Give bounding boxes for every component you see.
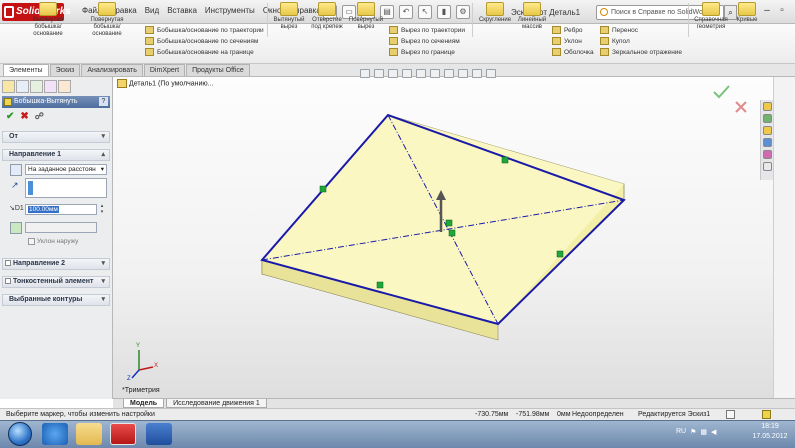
triad-x-label: X: [154, 363, 159, 369]
relation-marker[interactable]: [501, 156, 509, 164]
view-palette-icon[interactable]: [762, 138, 772, 147]
coord-z: 0мм: [557, 411, 571, 418]
triad-y-label: Y: [136, 343, 141, 349]
relation-marker[interactable]: [448, 229, 456, 237]
rebuild-status-icon[interactable]: [726, 410, 735, 419]
sketch-state: Недоопределен: [572, 411, 624, 418]
vertical-scrollbar[interactable]: [773, 77, 795, 398]
model-tabs: Модель Исследование движения 1: [113, 398, 795, 408]
model-viewport: [131, 85, 747, 379]
system-clock[interactable]: 18:19 17.05.2012: [748, 422, 792, 442]
appearances-icon[interactable]: [762, 150, 772, 159]
help-status-icon[interactable]: [762, 410, 771, 419]
tab-motion-study[interactable]: Исследование движения 1: [166, 399, 267, 408]
explorer-icon[interactable]: [76, 423, 102, 445]
start-button[interactable]: [8, 422, 32, 446]
resources-icon[interactable]: [762, 102, 772, 111]
clock-time: 18:19: [761, 423, 779, 430]
confirm-corner-cancel-icon[interactable]: [735, 101, 747, 113]
system-tray: RU ⚑ ▦ ◀: [676, 428, 716, 436]
view-orientation-label: *Триметрия: [122, 387, 160, 394]
status-bar: Выберите маркер, чтобы изменить настройк…: [0, 408, 795, 420]
relation-marker[interactable]: [556, 250, 564, 258]
triad-x-axis: [138, 366, 154, 371]
custom-properties-icon[interactable]: [762, 162, 772, 171]
language-indicator[interactable]: RU: [676, 428, 686, 436]
file-explorer-icon[interactable]: [762, 126, 772, 135]
network-icon[interactable]: ▦: [700, 428, 707, 436]
relation-marker[interactable]: [376, 281, 384, 289]
task-pane-tabs: [760, 100, 773, 180]
word-icon[interactable]: [146, 423, 172, 445]
confirm-corner-ok-icon[interactable]: [713, 85, 730, 99]
triad-z-label: Z: [127, 376, 131, 382]
clock-date: 17.05.2012: [752, 433, 788, 440]
coord-x: -730.75мм: [475, 411, 509, 418]
solidworks-taskbar-icon[interactable]: [110, 423, 136, 445]
editing-status: Редактируется Эскиз1: [638, 411, 711, 418]
status-hint: Выберите маркер, чтобы изменить настройк…: [6, 411, 155, 418]
coord-y: -751.98мм: [516, 411, 550, 418]
volume-icon[interactable]: ◀: [711, 428, 716, 436]
design-library-icon[interactable]: [762, 114, 772, 123]
tab-model[interactable]: Модель: [123, 399, 165, 408]
internet-explorer-icon[interactable]: [42, 423, 68, 445]
relation-marker[interactable]: [445, 219, 453, 227]
relation-marker[interactable]: [319, 185, 327, 193]
flag-icon[interactable]: ⚑: [690, 428, 696, 436]
triad-z-axis: [131, 369, 140, 379]
